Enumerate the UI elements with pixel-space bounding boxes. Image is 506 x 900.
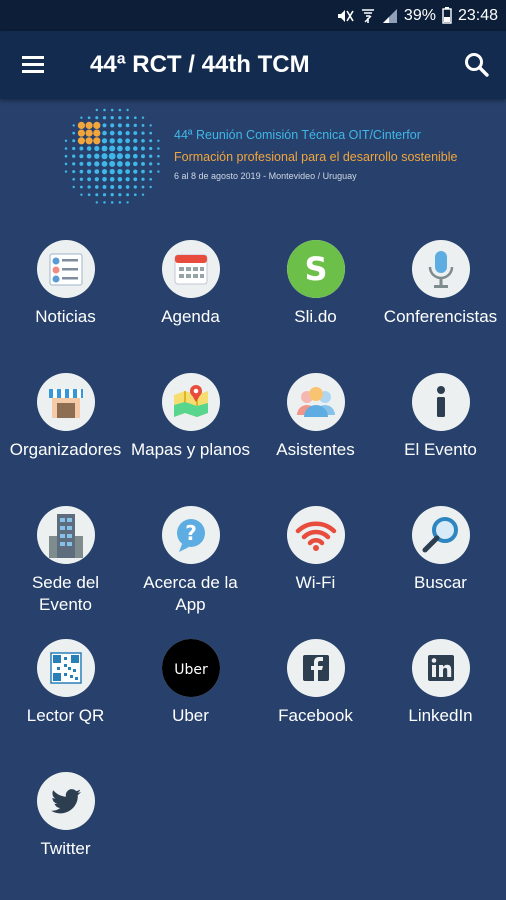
tile-info[interactable]: El Evento	[378, 373, 503, 461]
calendar-icon	[161, 240, 220, 298]
wifi-status-icon	[360, 8, 376, 24]
banner-date: 6 al 8 de agosto 2019 - Montevideo / Uru…	[174, 171, 357, 181]
tile-label: Noticias	[35, 307, 96, 326]
menu-button[interactable]	[20, 53, 48, 77]
tile-people[interactable]: Asistentes	[253, 373, 378, 461]
tile-facebook[interactable]: Facebook	[253, 639, 378, 727]
tile-news[interactable]: Noticias	[3, 240, 128, 328]
map-icon	[161, 373, 220, 431]
mute-icon	[336, 8, 354, 24]
tile-label: Twitter	[40, 839, 91, 858]
tile-label: El Evento	[404, 440, 477, 459]
svg-text:Uber: Uber	[174, 662, 208, 678]
info-icon	[411, 373, 470, 431]
battery-percent: 39%	[403, 6, 436, 24]
tile-label: LinkedIn	[408, 706, 473, 725]
search-icon	[465, 53, 489, 77]
tile-label: Uber	[172, 706, 209, 725]
uber-icon: Uber	[161, 639, 220, 697]
tile-qr-code[interactable]: Lector QR	[3, 639, 128, 727]
event-logo	[64, 108, 160, 204]
tile-label: Conferencistas	[383, 307, 498, 326]
event-banner: 44ª Reunión Comisión Técnica OIT/Cinterf…	[60, 104, 460, 214]
tile-map[interactable]: Mapas y planos	[128, 373, 253, 461]
building-icon	[36, 506, 95, 564]
tile-label: Acerca de la App	[143, 573, 238, 614]
tile-label: Asistentes	[276, 440, 355, 459]
qr-code-icon	[36, 639, 95, 697]
tile-uber[interactable]: Uber Uber	[128, 639, 253, 727]
svg-text:S: S	[304, 250, 327, 288]
hamburger-menu-icon	[22, 56, 44, 73]
banner-subtitle: Formación profesional para el desarrollo…	[174, 150, 458, 164]
tile-label: Sede del Evento	[31, 573, 100, 614]
clock: 23:48	[457, 6, 498, 24]
tile-twitter[interactable]: Twitter	[3, 772, 128, 860]
tile-calendar[interactable]: Agenda	[128, 240, 253, 328]
people-icon	[286, 373, 345, 431]
news-icon	[36, 240, 95, 298]
tile-linkedin[interactable]: LinkedIn	[378, 639, 503, 727]
tile-building[interactable]: Sede del Evento	[3, 506, 128, 616]
tile-label: Facebook	[278, 706, 353, 725]
slido-icon: S	[286, 240, 345, 298]
tile-label: Agenda	[161, 307, 220, 326]
banner-title: 44ª Reunión Comisión Técnica OIT/Cinterf…	[174, 128, 421, 142]
store-icon	[36, 373, 95, 431]
tile-wifi[interactable]: Wi-Fi	[253, 506, 378, 594]
tile-microphone[interactable]: Conferencistas	[378, 240, 503, 328]
tile-label: Mapas y planos	[130, 440, 251, 459]
svg-text:?: ?	[185, 521, 197, 545]
status-bar: 39% 23:48	[0, 0, 506, 31]
facebook-icon	[286, 639, 345, 697]
wifi-icon	[286, 506, 345, 564]
question-chat-icon: ?	[161, 506, 220, 564]
page-title: 44ª RCT / 44th TCM	[90, 51, 310, 78]
tile-label: Buscar	[414, 573, 467, 592]
tile-label: Wi-Fi	[295, 573, 336, 592]
tile-question-chat[interactable]: ? Acerca de la App	[128, 506, 253, 616]
twitter-icon	[36, 772, 95, 830]
linkedin-icon	[411, 639, 470, 697]
app-bar: 44ª RCT / 44th TCM	[0, 31, 506, 99]
magnifier-icon	[411, 506, 470, 564]
battery-icon	[442, 7, 452, 24]
tile-label: Lector QR	[26, 706, 105, 725]
tile-store[interactable]: Organizadores	[3, 373, 128, 461]
microphone-icon	[411, 240, 470, 298]
tile-label: Organizadores	[9, 440, 122, 459]
signal-icon	[382, 8, 398, 24]
tile-slido[interactable]: S Sli.do	[253, 240, 378, 328]
tile-magnifier[interactable]: Buscar	[378, 506, 503, 594]
search-button[interactable]	[462, 50, 492, 80]
tile-label: Sli.do	[294, 307, 337, 326]
